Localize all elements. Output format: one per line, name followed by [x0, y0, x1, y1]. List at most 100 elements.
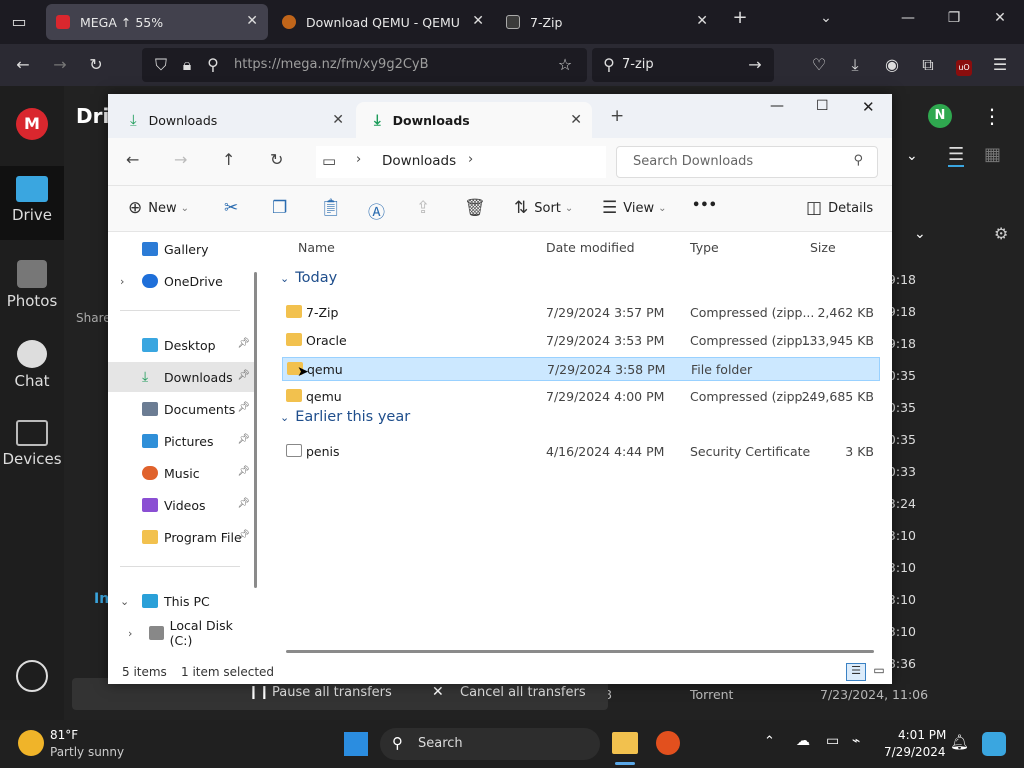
search-input[interactable]: Search Downloads ⚲	[616, 146, 878, 178]
network-icon[interactable]: ⌁	[852, 733, 860, 749]
list-view-icon[interactable]: ☰	[948, 144, 965, 167]
column-header-type[interactable]: Type	[690, 240, 719, 255]
new-tab-icon[interactable]: +	[610, 106, 624, 126]
bookmark-star-icon[interactable]: ☆	[552, 52, 578, 78]
pin-icon[interactable]: 📌︎	[237, 498, 250, 509]
file-row[interactable]: qemu 7/29/2024 4:00 PM Compressed (zipp.…	[282, 385, 880, 409]
url-text[interactable]: https://mega.nz/fm/xy9g2CyB	[234, 57, 429, 72]
details-view-icon[interactable]: ☰	[846, 663, 866, 681]
menu-icon[interactable]: ☰	[987, 52, 1013, 78]
column-header-size[interactable]: Size	[810, 240, 836, 255]
sidebar-item-drive[interactable]: Drive	[0, 166, 64, 240]
back-icon[interactable]: ←	[10, 52, 36, 78]
chevron-right-icon[interactable]: ›	[468, 152, 473, 167]
breadcrumb[interactable]: ▭ › Downloads ›	[316, 146, 606, 178]
new-tab-icon[interactable]: +	[728, 7, 752, 28]
browser-tab-7zip[interactable]: 7-Zip ✕	[496, 4, 718, 40]
details-button[interactable]: ◫ Details	[806, 198, 873, 218]
search-text[interactable]: 7-zip	[622, 57, 654, 72]
close-icon[interactable]: ✕	[696, 13, 708, 29]
pause-all-button[interactable]: Pause all transfers	[272, 685, 392, 700]
close-icon[interactable]: ✕	[246, 13, 258, 29]
nav-item-documents[interactable]: Documents 📌︎	[108, 394, 254, 424]
url-bar[interactable]: ⛉ 🔒︎ ⚲ https://mega.nz/fm/xy9g2CyB ☆	[142, 48, 587, 82]
shield-icon[interactable]: ⛉	[148, 52, 174, 78]
permissions-icon[interactable]: ⚲	[200, 52, 226, 78]
browser-tab-qemu[interactable]: Download QEMU - QEMU ✕	[272, 4, 494, 40]
chevron-right-icon[interactable]: ›	[128, 627, 149, 640]
tab-list-icon[interactable]: ▭	[6, 9, 32, 35]
column-menu-icon[interactable]: ⌄	[914, 226, 926, 242]
nav-item-gallery[interactable]: Gallery	[108, 234, 254, 264]
forward-icon[interactable]: →	[47, 52, 73, 78]
chevron-up-icon[interactable]: ⌃	[764, 734, 775, 749]
browser-tab-mega[interactable]: MEGA ↑ 55% ✕	[46, 4, 268, 40]
group-header-earlier[interactable]: ⌄ Earlier this year	[280, 409, 410, 425]
rename-button[interactable]: Ⓐ	[368, 198, 385, 223]
nav-item-local-disk[interactable]: › Local Disk (C:)	[108, 618, 254, 648]
chevron-down-icon[interactable]: ⌄	[906, 148, 918, 164]
maximize-icon[interactable]: ❐	[942, 10, 966, 26]
nav-scrollbar[interactable]	[254, 272, 257, 588]
more-options-button[interactable]: •••	[692, 198, 717, 213]
sidebar-item-photos[interactable]: Photos	[0, 256, 64, 310]
nav-item-downloads[interactable]: ⤓ Downloads 📌︎	[108, 362, 254, 392]
settings-gear-icon[interactable]: ⚙	[994, 224, 1008, 243]
paste-button[interactable]: 📋︎	[320, 198, 342, 218]
refresh-icon[interactable]: ↻	[270, 150, 283, 169]
close-icon[interactable]: ✕	[332, 112, 344, 128]
chevron-right-icon[interactable]: ›	[120, 275, 142, 288]
transfers-tab[interactable]: In	[94, 591, 109, 607]
ublock-icon[interactable]: uO	[951, 52, 977, 78]
grid-view-icon[interactable]: ▦	[984, 144, 1001, 165]
file-row-selected[interactable]: qemu 7/29/2024 3:58 PM File folder ➤	[282, 357, 880, 381]
avatar[interactable]: N	[928, 104, 952, 128]
extensions-icon[interactable]: ⧉	[915, 52, 941, 78]
delete-button[interactable]: 🗑︎	[464, 198, 486, 218]
horizontal-scrollbar[interactable]	[286, 650, 874, 653]
back-icon[interactable]: ←	[126, 150, 139, 169]
share-button[interactable]: ⇪	[416, 198, 430, 218]
lock-icon[interactable]: 🔒︎	[174, 52, 200, 78]
search-bar[interactable]: ⚲ 7-zip →	[592, 48, 774, 82]
view-button[interactable]: ☰ View ⌄	[602, 198, 667, 218]
maximize-icon[interactable]: ☐	[816, 98, 829, 114]
minimize-icon[interactable]: —	[770, 98, 784, 114]
column-header-name[interactable]: Name	[298, 240, 335, 255]
go-arrow-icon[interactable]: →	[742, 52, 768, 78]
nav-item-pictures[interactable]: Pictures 📌︎	[108, 426, 254, 456]
forward-icon[interactable]: →	[174, 150, 187, 169]
sort-button[interactable]: ⇅ Sort ⌄	[514, 198, 573, 218]
onedrive-offline-icon[interactable]: ☁	[796, 733, 810, 749]
mega-logo-icon[interactable]: M	[16, 108, 48, 140]
file-row[interactable]: Oracle 7/29/2024 3:53 PM Compressed (zip…	[282, 329, 880, 353]
sidebar-item-chat[interactable]: Chat	[0, 336, 64, 390]
close-icon[interactable]: ✕	[472, 13, 484, 29]
pin-icon[interactable]: 📌︎	[237, 434, 250, 445]
copilot-icon[interactable]	[982, 732, 1006, 756]
new-button[interactable]: ⊕ New ⌄	[128, 198, 189, 218]
display-icon[interactable]: ▭	[826, 733, 839, 749]
pin-icon[interactable]: 📌︎	[237, 466, 250, 477]
taskbar-search[interactable]: ⚲ Search	[380, 728, 600, 760]
tiles-view-icon[interactable]: ▭	[870, 663, 888, 681]
nav-item-program-files[interactable]: Program File 📌︎	[108, 522, 254, 552]
file-row[interactable]: penis 4/16/2024 4:44 PM Security Certifi…	[282, 440, 880, 464]
nav-item-this-pc[interactable]: ⌄ This PC	[108, 586, 254, 616]
nav-item-desktop[interactable]: Desktop 📌︎	[108, 330, 254, 360]
clock-date[interactable]: 7/29/2024	[884, 745, 946, 759]
file-row[interactable]: 7-Zip 7/29/2024 3:57 PM Compressed (zipp…	[282, 301, 880, 325]
close-icon[interactable]: ✕	[570, 112, 582, 128]
clock-time[interactable]: 4:01 PM	[898, 728, 946, 742]
reload-icon[interactable]: ↻	[83, 52, 109, 78]
start-windows-icon[interactable]	[344, 732, 368, 756]
minimize-icon[interactable]: —	[896, 10, 920, 26]
transfer-status-icon[interactable]	[16, 660, 48, 692]
pin-icon[interactable]: 📌︎	[237, 530, 250, 541]
column-header-date[interactable]: Date modified	[546, 240, 635, 255]
weather-temp[interactable]: 81°F	[50, 728, 78, 742]
close-window-icon[interactable]: ✕	[988, 10, 1012, 26]
sidebar-item-devices[interactable]: Devices	[0, 416, 64, 468]
nav-item-videos[interactable]: Videos 📌︎	[108, 490, 254, 520]
weather-desc[interactable]: Partly sunny	[50, 745, 124, 759]
